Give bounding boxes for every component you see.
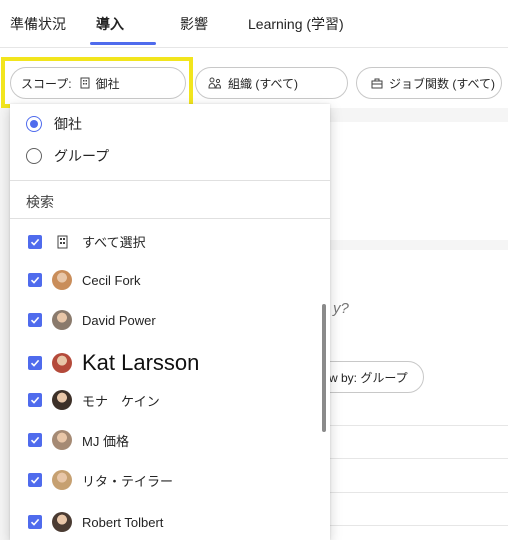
background-divider (330, 525, 508, 526)
job-function-filter-button[interactable]: ジョブ関数 (すべて) (356, 67, 502, 99)
person-row[interactable]: MJ 価格 (28, 430, 129, 450)
radio-unselected-icon[interactable] (26, 148, 42, 164)
org-filter-label: 組織 (すべて) (228, 76, 299, 91)
select-all-row[interactable]: すべて選択 (28, 232, 146, 251)
person-name: MJ 価格 (82, 433, 129, 449)
person-name: Kat Larsson (82, 350, 200, 375)
checkbox-checked-icon[interactable] (28, 433, 42, 447)
dropdown-divider (10, 218, 330, 219)
person-name: モナ ケイン (82, 393, 160, 409)
background-divider (330, 425, 508, 426)
person-row[interactable]: リタ・テイラー (28, 470, 173, 490)
tab-learning[interactable]: Learning (学習) (248, 14, 344, 34)
scope-dropdown-panel: 御社 グループ 検索 すべて選択 Cecil Fork David Power Ka… (10, 104, 330, 540)
person-name: リタ・テイラー (82, 473, 174, 489)
background-card-bottom (330, 250, 508, 540)
background-divider (330, 492, 508, 493)
select-all-label: すべて選択 (82, 235, 146, 250)
dropdown-divider (10, 180, 330, 181)
avatar (52, 353, 72, 373)
person-name: Cecil Fork (82, 272, 141, 288)
avatar (52, 270, 72, 290)
building-icon (80, 77, 90, 89)
scope-option-label: 御社 (54, 116, 82, 132)
scope-prefix: スコープ: (21, 76, 72, 91)
tab-bar: 準備状況 導入 影響 Learning (学習) (0, 0, 508, 48)
checkbox-checked-icon[interactable] (28, 515, 42, 529)
tab-readiness[interactable]: 準備状況 (10, 14, 66, 34)
building-icon (52, 235, 72, 249)
checkbox-checked-icon[interactable] (28, 273, 42, 287)
scope-option-company[interactable]: 御社 (26, 114, 82, 134)
person-name: Robert Tolbert (82, 514, 164, 530)
person-row[interactable]: Robert Tolbert (28, 512, 163, 532)
avatar (52, 430, 72, 450)
job-function-filter-label: ジョブ関数 (すべて) (389, 76, 496, 91)
scope-option-group[interactable]: グループ (26, 146, 109, 166)
scope-value: 御社 (95, 76, 120, 91)
checkbox-checked-icon[interactable] (28, 234, 42, 249)
org-filter-button[interactable]: 組織 (すべて) (195, 67, 348, 99)
checkbox-checked-icon[interactable] (28, 313, 42, 327)
person-row[interactable]: Cecil Fork (28, 270, 141, 290)
dropdown-scrollbar[interactable] (322, 304, 326, 432)
checkbox-checked-icon[interactable] (28, 473, 42, 487)
checkbox-checked-icon[interactable] (28, 393, 42, 407)
person-row[interactable]: Kat Larsson (28, 350, 199, 376)
active-tab-indicator (90, 42, 156, 45)
scope-option-label: グループ (54, 148, 110, 164)
person-row[interactable]: モナ ケイン (28, 390, 160, 410)
person-name: David Power (82, 312, 156, 328)
background-question-text: y? (333, 300, 349, 317)
avatar (52, 512, 72, 532)
checkbox-checked-icon[interactable] (28, 356, 42, 370)
briefcase-icon (371, 78, 383, 89)
background-card-top (330, 122, 508, 240)
scope-filter-button[interactable]: スコープ: 御社 (10, 67, 186, 99)
avatar (52, 310, 72, 330)
tab-adoption[interactable]: 導入 (96, 14, 124, 34)
search-field[interactable]: 検索 (26, 192, 54, 212)
avatar (52, 470, 72, 490)
person-row[interactable]: David Power (28, 310, 156, 330)
tab-impact[interactable]: 影響 (180, 14, 208, 34)
people-icon (208, 77, 222, 89)
radio-selected-icon[interactable] (26, 116, 42, 132)
avatar (52, 390, 72, 410)
background-divider (330, 458, 508, 459)
